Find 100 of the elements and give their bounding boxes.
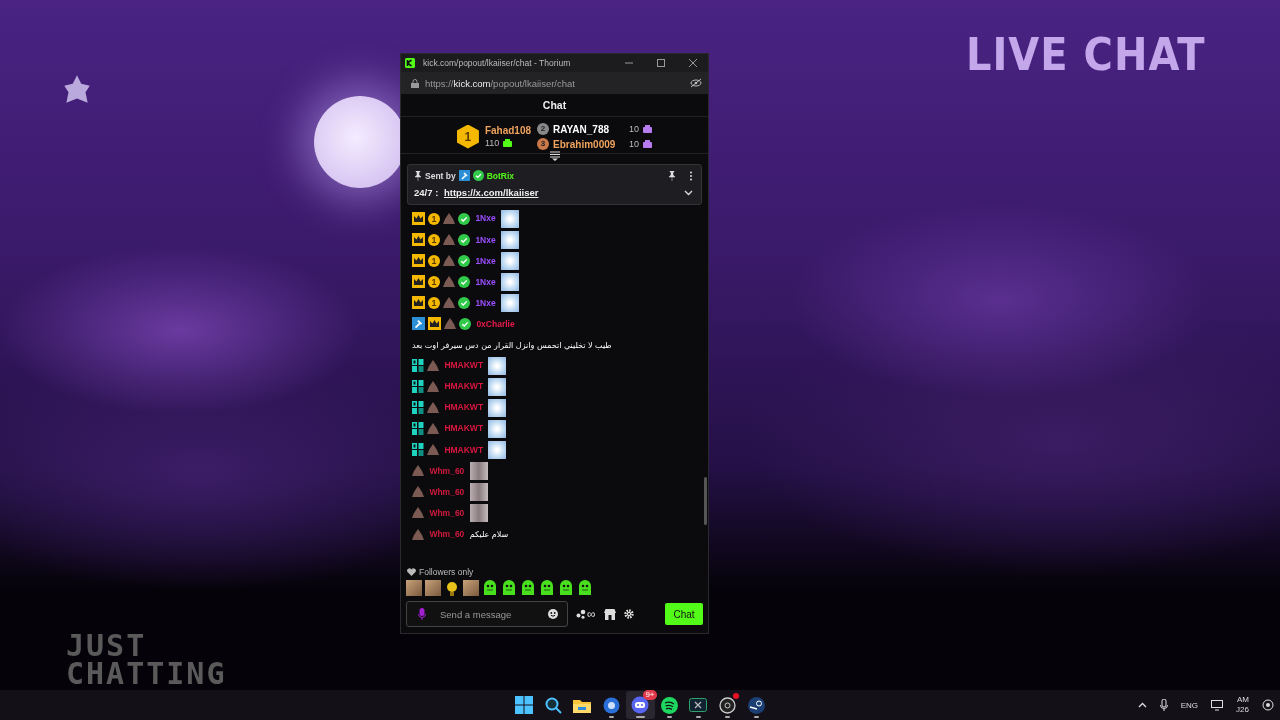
running-indicator <box>635 716 645 718</box>
browser-icon <box>602 696 620 714</box>
scrollbar[interactable] <box>704 477 707 525</box>
collapse-icon[interactable] <box>548 151 561 161</box>
folder-icon <box>573 697 591 713</box>
chat-username[interactable]: HMAKWT <box>444 418 484 440</box>
running-indicator <box>666 716 672 718</box>
crown-icon <box>412 212 425 226</box>
pile-icon <box>427 423 439 435</box>
gift-icon <box>643 125 653 133</box>
crown-icon <box>412 296 425 310</box>
gift-count: 110 <box>484 138 500 148</box>
message-input[interactable]: Send a message <box>406 601 568 627</box>
frog-emote-icon[interactable] <box>482 580 498 596</box>
maximize-icon[interactable] <box>656 58 666 68</box>
chat-username[interactable]: Whm_60 <box>429 481 465 503</box>
crown-icon <box>428 317 441 331</box>
chat-username[interactable]: 1Nxe <box>475 292 496 314</box>
chevron-up-icon[interactable] <box>1137 702 1147 708</box>
emote-icon[interactable] <box>444 580 460 596</box>
running-indicator <box>608 716 614 718</box>
emote-image <box>501 272 520 291</box>
settings-icon[interactable] <box>623 609 634 619</box>
frog-emote-icon[interactable] <box>520 580 536 596</box>
coin-badge: 1 <box>428 275 440 288</box>
pile-icon <box>443 255 455 267</box>
verified-icon <box>458 212 470 225</box>
chat-username[interactable]: 1Nxe <box>475 271 496 293</box>
steam-icon <box>747 696 765 714</box>
chat-username[interactable]: Whm_60 <box>429 523 465 545</box>
og-badge-icon <box>412 359 424 373</box>
frog-emote-icon[interactable] <box>501 580 517 596</box>
crown-icon <box>412 254 425 268</box>
frog-emote-icon[interactable] <box>558 580 574 596</box>
verified-icon <box>458 254 470 267</box>
overlay-category: JUST CHATTING <box>66 632 226 688</box>
gift-icon <box>503 139 513 147</box>
chat-username[interactable]: 1Nxe <box>475 250 496 272</box>
coin-badge: 1 <box>428 296 440 309</box>
sender-name[interactable]: BotRix <box>486 170 515 181</box>
points-icon[interactable] <box>576 609 586 619</box>
emote-image <box>501 209 520 228</box>
chat-username[interactable]: Whm_60 <box>429 460 465 482</box>
emoji-icon[interactable] <box>548 609 558 619</box>
chat-username[interactable]: HMAKWT <box>444 376 484 397</box>
chat-username[interactable]: HMAKWT <box>444 439 484 461</box>
pile-icon <box>444 318 456 330</box>
pile-icon <box>412 528 424 540</box>
emote-image <box>488 398 507 417</box>
eye-off-icon[interactable] <box>690 78 702 88</box>
heart-icon <box>407 568 416 576</box>
url-text: https://kick.com/popout/lkaiiser/chat <box>425 77 575 89</box>
chat-header: Chat <box>401 94 708 117</box>
language-indicator[interactable]: ENG <box>1180 700 1199 710</box>
chat-username[interactable]: HMAKWT <box>444 355 484 376</box>
taskbar-app[interactable]: 9+ <box>625 691 655 719</box>
lock-icon <box>411 78 419 88</box>
coin-badge: 1 <box>428 212 440 225</box>
store-icon[interactable] <box>603 608 616 620</box>
clock-time: AM <box>1237 695 1249 705</box>
emote-image <box>501 293 520 312</box>
pile-icon <box>443 297 455 309</box>
rank-badge: 2 <box>537 123 550 135</box>
pile-icon <box>412 486 424 498</box>
chat-username[interactable]: HMAKWT <box>444 397 484 418</box>
frog-emote-icon[interactable] <box>577 580 593 596</box>
monitor-icon[interactable] <box>1211 699 1224 711</box>
chat-username[interactable]: 1Nxe <box>475 208 496 230</box>
og-badge-icon <box>412 422 424 436</box>
notification-icon[interactable] <box>1262 699 1274 711</box>
crown-icon <box>412 275 425 289</box>
points-value: ∞ <box>587 607 596 621</box>
og-badge-icon <box>412 443 424 457</box>
chat-message-text: طيب لا تخليني اتحمس وانزل القرار من دس سيرفر اوت بعد <box>412 339 612 352</box>
emote-image <box>488 440 507 459</box>
rank-badge: 1 <box>456 124 479 149</box>
chat-username[interactable]: Whm_60 <box>429 502 465 524</box>
pile-icon <box>412 465 424 477</box>
emote-image <box>488 356 507 375</box>
hammer-icon <box>458 170 470 181</box>
close-icon[interactable] <box>688 58 698 68</box>
chat-username[interactable]: 0xCharlie <box>476 313 515 335</box>
gifter-name: RAYAN_788 <box>553 123 611 135</box>
chat-mode-label: Followers only <box>419 567 474 577</box>
clock[interactable]: AM J26 <box>1236 695 1249 715</box>
search-icon <box>544 696 562 714</box>
windows-icon <box>515 696 533 714</box>
kick-logo-icon <box>405 58 415 68</box>
coin-badge: 1 <box>428 254 440 267</box>
frog-emote-icon[interactable] <box>539 580 555 596</box>
running-indicator <box>753 716 759 718</box>
recorder-icon <box>718 696 736 714</box>
pinned-link[interactable]: https://x.com/lkaiiser <box>443 187 539 198</box>
more-icon[interactable] <box>689 170 693 181</box>
chevron-down-icon[interactable] <box>684 189 693 196</box>
chat-send-button[interactable]: Chat <box>665 603 703 625</box>
microphone-icon[interactable] <box>1159 699 1168 711</box>
chat-username[interactable]: 1Nxe <box>475 229 496 251</box>
address-bar[interactable]: https://kick.com/popout/lkaiiser/chat <box>401 72 708 94</box>
pin-icon[interactable] <box>668 170 676 181</box>
